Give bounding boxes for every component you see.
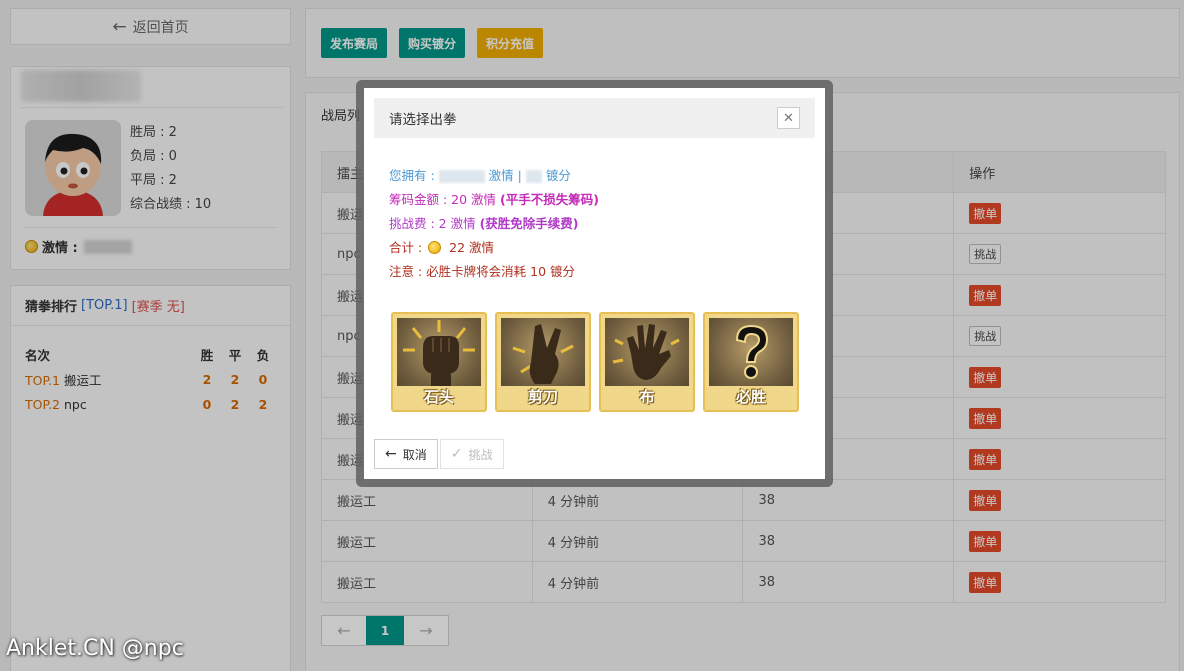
card-rock-label: 石头 <box>423 388 454 406</box>
stake-note: (平手不损失筹码) <box>500 192 599 207</box>
own-prefix: 您拥有 : <box>389 168 435 183</box>
fist-icon <box>403 320 475 386</box>
open-hand-icon <box>612 324 680 380</box>
arrow-left-icon: ← <box>385 446 397 462</box>
warning-line: 注意 : 必胜卡牌将会消耗 10 镀分 <box>389 264 576 279</box>
question-mark-icon <box>735 324 769 379</box>
own-suffix: 镀分 <box>545 168 571 183</box>
card-must-win-label: 必胜 <box>735 388 766 406</box>
fee-note: (获胜免除手续费) <box>479 216 579 231</box>
card-scissors-label: 剪刀 <box>527 388 558 406</box>
total-value: 22 激情 <box>449 240 495 255</box>
watermark: Anklet.CN @npc <box>6 636 184 661</box>
challenge-submit-button[interactable]: ✓ 挑战 <box>439 439 504 469</box>
total-line: 合计 : 22 激情 <box>389 236 599 260</box>
own-balance-line: 您拥有 : 激情 | 镀分 <box>389 164 599 188</box>
dialog-header: 请选择出拳 ✕ <box>374 98 815 138</box>
card-paper[interactable]: 布 <box>599 312 695 412</box>
card-must-win[interactable]: 必胜 <box>703 312 799 412</box>
check-circle-icon: ✓ <box>450 446 463 462</box>
dialog-info: 您拥有 : 激情 | 镀分 筹码金额 : 20 激情 (平手不损失筹码) 挑战费… <box>389 164 599 284</box>
card-paper-label: 布 <box>639 388 655 406</box>
own-passion-redacted <box>438 170 485 183</box>
challenge-label: 挑战 <box>468 447 493 462</box>
scissors-hand-icon <box>512 324 574 384</box>
card-rock[interactable]: 石头 <box>391 312 487 412</box>
fee-line: 挑战费 : 2 激情 (获胜免除手续费) <box>389 212 599 236</box>
fee-text: 挑战费 : 2 激情 <box>389 216 476 231</box>
card-scissors[interactable]: 剪刀 <box>495 312 591 412</box>
stake-line: 筹码金额 : 20 激情 (平手不损失筹码) <box>389 188 599 212</box>
own-points-redacted <box>525 170 542 183</box>
choose-move-dialog: 请选择出拳 ✕ 您拥有 : 激情 | 镀分 筹码金额 : 20 激情 (平手不损… <box>364 88 825 479</box>
dialog-footer: ← 取消 ✓ 挑战 <box>374 439 504 469</box>
close-icon[interactable]: ✕ <box>777 107 800 129</box>
own-mid: 激情 | <box>488 168 522 183</box>
coin-icon <box>428 241 442 254</box>
stake-text: 筹码金额 : 20 激情 <box>389 192 497 207</box>
total-prefix: 合计 : <box>389 240 423 255</box>
cancel-button[interactable]: ← 取消 <box>374 439 438 469</box>
dialog-title: 请选择出拳 <box>389 112 457 128</box>
move-cards: 石头 剪刀 布 必胜 <box>391 312 799 412</box>
cancel-label: 取消 <box>402 447 427 462</box>
